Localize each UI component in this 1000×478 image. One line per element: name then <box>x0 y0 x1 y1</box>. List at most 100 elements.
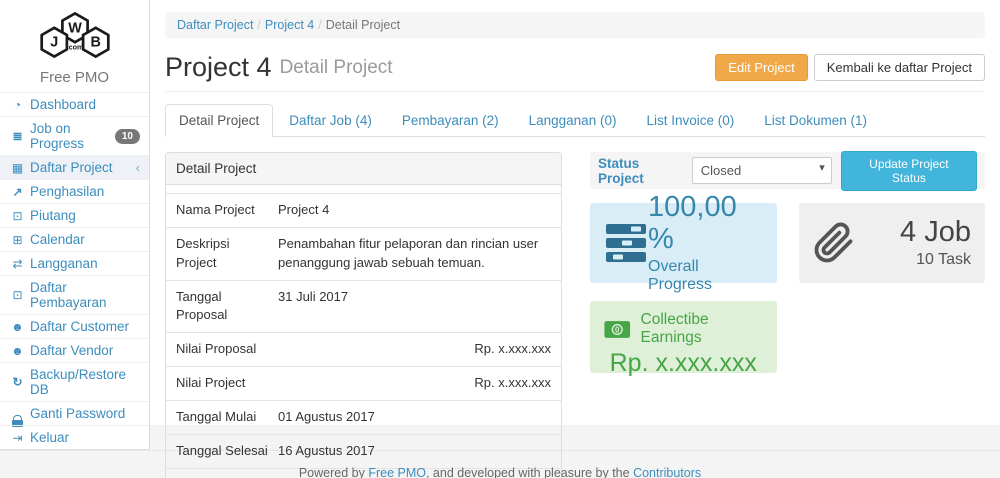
header-buttons: Edit Project Kembali ke daftar Project <box>715 54 985 81</box>
row-label: Tanggal Selesai <box>176 442 278 461</box>
paperclip-icon <box>813 220 855 266</box>
tab-label[interactable]: Langganan (0) <box>515 104 631 137</box>
breadcrumb-separator: / <box>318 18 321 32</box>
sidebar-item-daftar-project[interactable]: Daftar Project ‹ <box>0 155 149 179</box>
row-value: 31 Juli 2017 <box>278 288 551 326</box>
sidebar-item-job-on-progress[interactable]: Job on Progress 10 <box>0 116 149 155</box>
sidebar-item-label: Penghasilan <box>30 184 104 199</box>
row-value: Rp. x.xxx.xxx <box>278 374 551 393</box>
content-columns: Detail Project Nama Project Project 4 De… <box>165 152 985 478</box>
tab-label[interactable]: List Invoice (0) <box>632 104 748 137</box>
row-value: 01 Agustus 2017 <box>278 408 551 427</box>
footer-text: , and developed with pleasure by the <box>426 466 633 478</box>
jobs-box: 4 Job 10 Task <box>799 203 986 283</box>
earnings-label: Collectibe Earnings <box>641 311 763 347</box>
table-row: Tanggal Mulai 01 Agustus 2017 <box>166 400 561 434</box>
earnings-header: 0 Collectibe Earnings <box>604 311 763 347</box>
breadcrumb-separator: / <box>257 18 260 32</box>
sidebar-item-daftar-customer[interactable]: Daftar Customer <box>0 314 149 338</box>
sidebar-item-label: Calendar <box>30 232 85 247</box>
main-content: Daftar Project / Project 4 / Detail Project … <box>150 0 1000 425</box>
table-row: Deskripsi Project Penambahan fitur pelap… <box>166 227 561 280</box>
contributors-link[interactable]: Contributors <box>633 466 701 478</box>
sidebar-item-label: Piutang <box>30 208 76 223</box>
tab-detail-project[interactable]: Detail Project <box>165 104 273 137</box>
sidebar-item-langganan[interactable]: Langganan <box>0 251 149 275</box>
footer-text: Powered by <box>299 466 368 478</box>
sidebar-item-penghasilan[interactable]: Penghasilan <box>0 179 149 203</box>
logo-letter-w: W <box>68 20 82 36</box>
edit-project-button[interactable]: Edit Project <box>715 54 807 81</box>
sidebar-item-keluar[interactable]: Keluar <box>0 425 149 449</box>
refresh-icon <box>9 375 26 389</box>
sidebar-item-ganti-password[interactable]: Ganti Password <box>0 401 149 425</box>
breadcrumb-current: Detail Project <box>326 18 400 32</box>
table-row: Nama Project Project 4 <box>166 193 561 227</box>
breadcrumb: Daftar Project / Project 4 / Detail Project <box>165 12 985 38</box>
table-row: Nilai Proposal Rp. x.xxx.xxx <box>166 332 561 366</box>
row-label: Nama Project <box>176 201 278 220</box>
tab-daftar-job[interactable]: Daftar Job (4) <box>275 104 386 137</box>
jobs-text: 4 Job 10 Task <box>855 217 972 269</box>
sidebar-item-label: Dashboard <box>30 97 96 112</box>
money-icon <box>9 288 26 302</box>
dashboard-icon <box>9 98 26 112</box>
sidebar-item-label: Langganan <box>30 256 98 271</box>
sidebar-item-label: Keluar <box>30 430 69 445</box>
retweet-icon <box>9 257 26 271</box>
money-icon <box>9 209 26 223</box>
tab-langganan[interactable]: Langganan (0) <box>515 104 631 137</box>
sign-out-icon <box>9 431 26 445</box>
tasks-count: 10 Task <box>916 251 971 269</box>
tab-label[interactable]: Daftar Job (4) <box>275 104 386 137</box>
tab-pembayaran[interactable]: Pembayaran (2) <box>388 104 513 137</box>
table-icon <box>9 161 26 175</box>
tab-list-invoice[interactable]: List Invoice (0) <box>632 104 748 137</box>
status-project-section: Status Project Closed Update Project Sta… <box>590 152 985 189</box>
stat-boxes: 100,00 % Overall Progress 4 Job 10 Task <box>590 203 985 283</box>
project-tabs: Detail Project Daftar Job (4) Pembayaran… <box>165 104 985 137</box>
content-header: Project 4 Detail Project Edit Project Ke… <box>165 52 985 92</box>
sidebar-item-label: Daftar Project <box>30 160 113 175</box>
line-chart-icon <box>9 185 26 199</box>
tab-list-dokumen[interactable]: List Dokumen (1) <box>750 104 881 137</box>
progress-value: 100,00 % <box>648 192 763 256</box>
sidebar-item-piutang[interactable]: Piutang <box>0 203 149 227</box>
calendar-icon <box>9 233 26 247</box>
progress-text: 100,00 % Overall Progress <box>648 192 763 294</box>
users-icon <box>9 320 26 334</box>
right-column: Status Project Closed Update Project Sta… <box>590 152 985 478</box>
jobs-value: 4 Job <box>900 217 971 249</box>
breadcrumb-daftar-project[interactable]: Daftar Project <box>177 18 253 32</box>
sidebar-item-label: Daftar Vendor <box>30 343 113 358</box>
logo-letter-j: J <box>50 35 58 51</box>
job-count-badge: 10 <box>115 129 140 144</box>
sidebar-item-backup-restore-db[interactable]: Backup/Restore DB <box>0 362 149 401</box>
row-value: Rp. x.xxx.xxx <box>278 340 551 359</box>
earnings-value: Rp. x.xxx.xxx <box>604 349 763 378</box>
free-pmo-link[interactable]: Free PMO <box>368 466 426 478</box>
sidebar-item-label: Daftar Pembayaran <box>30 280 140 310</box>
jwb-logo: W J B .com <box>29 8 121 62</box>
sidebar-item-calendar[interactable]: Calendar <box>0 227 149 251</box>
table-row: Tanggal Selesai 16 Agustus 2017 <box>166 434 561 468</box>
table-row: Tanggal Proposal 31 Juli 2017 <box>166 280 561 333</box>
breadcrumb-project-4[interactable]: Project 4 <box>265 18 314 32</box>
tab-label[interactable]: Detail Project <box>165 104 273 137</box>
tasks-icon <box>9 129 26 143</box>
back-to-project-list-button[interactable]: Kembali ke daftar Project <box>814 54 985 81</box>
sidebar-item-dashboard[interactable]: Dashboard <box>0 92 149 116</box>
panel-title: Detail Project <box>166 153 561 185</box>
status-project-label: Status Project <box>598 156 684 186</box>
sidebar-item-daftar-vendor[interactable]: Daftar Vendor <box>0 338 149 362</box>
tab-label[interactable]: List Dokumen (1) <box>750 104 881 137</box>
row-label: Tanggal Proposal <box>176 288 278 326</box>
update-project-status-button[interactable]: Update Project Status <box>841 151 977 191</box>
status-project-select[interactable]: Closed <box>692 157 832 184</box>
logo-letter-b: B <box>90 35 100 51</box>
sidebar-item-daftar-pembayaran[interactable]: Daftar Pembayaran <box>0 275 149 314</box>
sidebar: W J B .com Free PMO Dashboard Job on Pro… <box>0 0 150 450</box>
sidebar-item-label: Backup/Restore DB <box>30 367 140 397</box>
page: W J B .com Free PMO Dashboard Job on Pro… <box>0 0 1000 450</box>
tab-label[interactable]: Pembayaran (2) <box>388 104 513 137</box>
